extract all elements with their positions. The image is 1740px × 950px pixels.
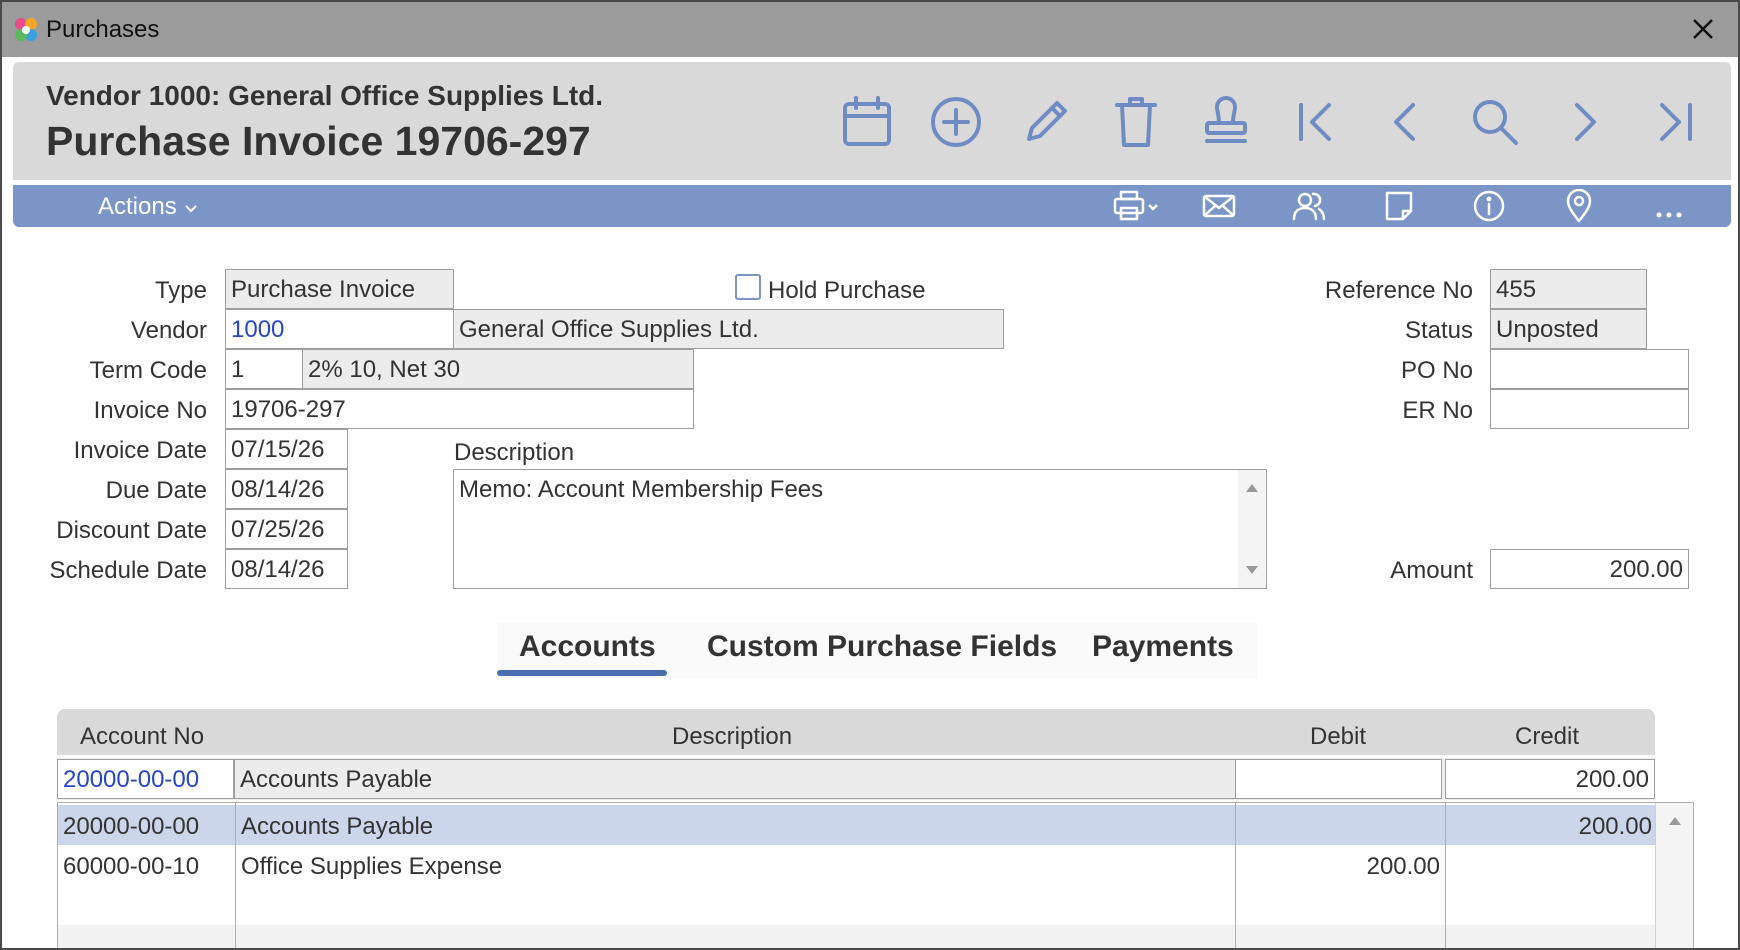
invoice-no-label: Invoice No bbox=[93, 397, 207, 424]
discount-date-label: Discount Date bbox=[56, 517, 207, 544]
location-icon[interactable] bbox=[1561, 189, 1597, 223]
pencil-icon[interactable] bbox=[1017, 93, 1075, 151]
title-bar: Purchases bbox=[2, 2, 1738, 57]
schedule-date-field[interactable]: 08/14/26 bbox=[225, 549, 348, 589]
term-code-field[interactable]: 1 bbox=[225, 349, 303, 389]
term-code-label: Term Code bbox=[89, 357, 207, 384]
column-debit[interactable]: Debit bbox=[1310, 723, 1366, 751]
info-icon[interactable] bbox=[1471, 189, 1507, 223]
note-icon[interactable] bbox=[1381, 189, 1417, 223]
row-description: Office Supplies Expense bbox=[241, 853, 503, 880]
table-row[interactable]: 20000-00-00 Accounts Payable 200.00 bbox=[58, 805, 1656, 845]
row-credit: 200.00 bbox=[1578, 813, 1652, 840]
table-row-empty[interactable] bbox=[58, 885, 1656, 925]
accounts-grid: 20000-00-00 Accounts Payable 200.00 6000… bbox=[57, 802, 1694, 948]
next-icon[interactable] bbox=[1556, 93, 1614, 151]
grid-edit-row: 20000-00-00 Accounts Payable 200.00 bbox=[57, 758, 1655, 800]
description-label: Description bbox=[454, 439, 575, 466]
window-title: Purchases bbox=[46, 16, 160, 43]
row-account-no: 20000-00-00 bbox=[63, 813, 200, 840]
tab-accounts[interactable]: Accounts bbox=[519, 630, 656, 664]
action-toolbar: Actions bbox=[13, 185, 1731, 227]
grid-scrollbar[interactable] bbox=[1655, 803, 1693, 948]
add-circle-icon[interactable] bbox=[927, 93, 985, 151]
more-icon[interactable] bbox=[1651, 189, 1687, 223]
invoice-no-field[interactable]: 19706-297 bbox=[225, 389, 694, 429]
table-row-empty[interactable] bbox=[58, 925, 1656, 948]
row-debit: 200.00 bbox=[1366, 853, 1440, 880]
er-no-field[interactable] bbox=[1490, 389, 1689, 429]
edit-credit-field[interactable]: 200.00 bbox=[1445, 759, 1655, 799]
type-field[interactable]: Purchase Invoice bbox=[225, 269, 454, 309]
amount-label: Amount bbox=[1390, 557, 1473, 584]
calendar-icon[interactable] bbox=[838, 93, 896, 151]
scroll-up-icon[interactable] bbox=[1669, 817, 1681, 825]
scroll-down-icon[interactable] bbox=[1246, 566, 1258, 574]
mail-icon[interactable] bbox=[1201, 189, 1237, 223]
term-description-field: 2% 10, Net 30 bbox=[302, 349, 694, 389]
search-icon[interactable] bbox=[1466, 93, 1524, 151]
er-no-label: ER No bbox=[1402, 397, 1473, 424]
edit-account-no-field[interactable]: 20000-00-00 bbox=[57, 759, 234, 799]
po-no-label: PO No bbox=[1400, 357, 1473, 384]
amount-field[interactable]: 200.00 bbox=[1490, 549, 1689, 589]
previous-icon[interactable] bbox=[1376, 93, 1434, 151]
purchases-window: Purchases Vendor 1000: General Office Su… bbox=[0, 0, 1740, 950]
last-record-icon[interactable] bbox=[1646, 93, 1704, 151]
edit-description-field[interactable]: Accounts Payable bbox=[234, 759, 1290, 799]
page-title: Purchase Invoice 19706-297 bbox=[46, 118, 591, 164]
hold-purchase-checkbox[interactable] bbox=[735, 274, 761, 300]
people-icon[interactable] bbox=[1291, 189, 1327, 223]
active-tab-indicator bbox=[497, 670, 667, 676]
record-header: Vendor 1000: General Office Supplies Ltd… bbox=[13, 62, 1731, 180]
due-date-field[interactable]: 08/14/26 bbox=[225, 469, 348, 509]
invoice-date-field[interactable]: 07/15/26 bbox=[225, 429, 348, 469]
stamp-icon[interactable] bbox=[1197, 93, 1255, 151]
column-description[interactable]: Description bbox=[672, 723, 792, 751]
schedule-date-label: Schedule Date bbox=[49, 557, 207, 584]
invoice-date-label: Invoice Date bbox=[73, 437, 207, 464]
tab-payments[interactable]: Payments bbox=[1092, 630, 1234, 664]
row-account-no: 60000-00-10 bbox=[63, 853, 200, 880]
discount-date-field[interactable]: 07/25/26 bbox=[225, 509, 348, 549]
actions-menu[interactable]: Actions bbox=[98, 193, 199, 221]
printer-icon[interactable] bbox=[1111, 189, 1163, 223]
first-record-icon[interactable] bbox=[1287, 93, 1345, 151]
column-divider bbox=[235, 803, 236, 948]
close-icon[interactable] bbox=[1686, 12, 1720, 46]
vendor-code-field[interactable]: 1000 bbox=[225, 309, 454, 349]
table-row[interactable]: 60000-00-10 Office Supplies Expense 200.… bbox=[58, 845, 1656, 885]
description-textarea[interactable]: Memo: Account Membership Fees bbox=[453, 469, 1267, 589]
reference-no-field: 455 bbox=[1490, 269, 1647, 309]
column-divider bbox=[1235, 803, 1236, 948]
column-account-no[interactable]: Account No bbox=[80, 723, 204, 751]
vendor-heading: Vendor 1000: General Office Supplies Ltd… bbox=[46, 80, 604, 111]
chevron-down-icon bbox=[185, 204, 198, 213]
due-date-label: Due Date bbox=[105, 477, 207, 504]
type-label: Type bbox=[154, 277, 207, 304]
description-scrollbar[interactable] bbox=[1238, 470, 1266, 588]
po-no-field[interactable] bbox=[1490, 349, 1689, 389]
reference-no-label: Reference No bbox=[1324, 277, 1473, 304]
edit-debit-field[interactable] bbox=[1235, 759, 1442, 799]
row-description: Accounts Payable bbox=[241, 813, 434, 840]
tab-custom-purchase-fields[interactable]: Custom Purchase Fields bbox=[707, 630, 1057, 664]
column-divider bbox=[1445, 803, 1446, 948]
hold-purchase-label: Hold Purchase bbox=[768, 277, 926, 304]
accounts-grid-header: Account No Description Debit Credit bbox=[57, 709, 1655, 755]
column-credit[interactable]: Credit bbox=[1515, 723, 1579, 751]
vendor-name-field: General Office Supplies Ltd. bbox=[453, 309, 1004, 349]
description-text: Memo: Account Membership Fees bbox=[459, 476, 824, 503]
app-logo-icon bbox=[15, 18, 37, 41]
trash-icon[interactable] bbox=[1107, 93, 1165, 151]
scroll-up-icon[interactable] bbox=[1246, 484, 1258, 492]
status-label: Status bbox=[1404, 317, 1473, 344]
status-field: Unposted bbox=[1490, 309, 1647, 349]
vendor-label: Vendor bbox=[130, 317, 207, 344]
actions-label: Actions bbox=[98, 193, 177, 220]
